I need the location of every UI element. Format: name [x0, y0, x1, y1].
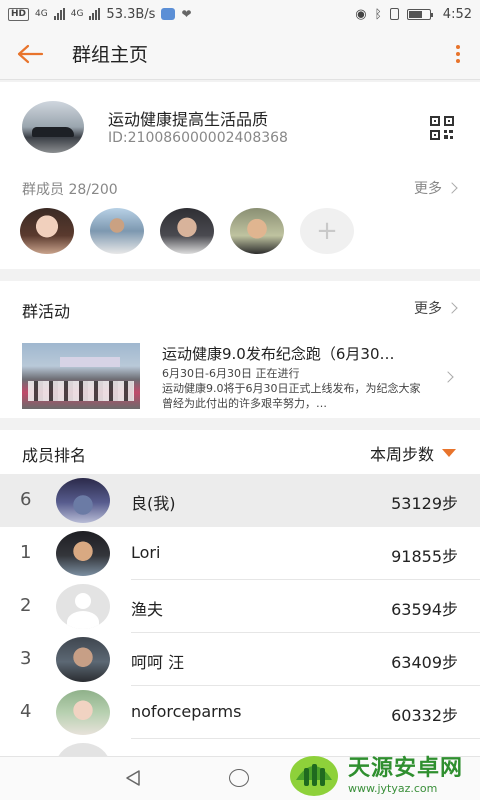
ranking-row[interactable]: 3 呵呵 汪 63409步 — [0, 633, 480, 686]
rank-number: 3 — [20, 648, 32, 669]
heart-icon: ❤ — [181, 7, 192, 21]
members-more-label: 更多 — [414, 181, 442, 197]
signal-icon-2 — [89, 8, 101, 20]
member-name: 呵呵 汪 — [131, 653, 185, 672]
group-activities-card: 群活动 更多 运动健康9.0发布纪念跑（6月30… 6月30日-6月30日 正在… — [0, 281, 480, 418]
rank-number: 1 — [20, 542, 32, 563]
group-name: 运动健康提高生活品质 — [108, 110, 269, 129]
step-count: 53129步 — [391, 494, 458, 513]
avatar — [56, 690, 110, 735]
app-header: 群组主页 — [0, 28, 480, 80]
avatar — [56, 743, 110, 756]
hd-badge: HD — [8, 7, 30, 21]
ranking-title: 成员排名 — [22, 446, 87, 465]
avatar — [56, 478, 110, 523]
signal-icon — [53, 8, 65, 20]
app-notification-icon — [161, 8, 176, 20]
member-name: noforceparms — [131, 702, 242, 721]
nav-back-triangle-icon[interactable] — [124, 769, 142, 787]
status-bar: HD 4G 4G 53.3B/s ❤ ◉ ᛒ 4:52 — [0, 0, 480, 28]
back-button[interactable] — [0, 28, 60, 80]
ranking-row[interactable]: 2 渔夫 63594步 — [0, 580, 480, 633]
member-ranking-card: 成员排名 本周步数 6 良(我) 53129步 1 Lori 91855步 2 … — [0, 430, 480, 756]
page-title: 群组主页 — [72, 44, 149, 66]
member-avatar[interactable] — [230, 208, 284, 254]
activity-title[interactable]: 运动健康9.0发布纪念跑（6月30… — [162, 343, 395, 364]
clock: 4:52 — [442, 6, 472, 22]
battery-icon — [406, 8, 433, 20]
member-name: 良(我) — [131, 494, 176, 513]
watermark-logo: 天源安卓网 www.jytyaz.com — [286, 744, 476, 800]
member-avatar[interactable] — [90, 208, 144, 254]
status-left: HD 4G 4G 53.3B/s ❤ — [8, 7, 192, 22]
group-avatar[interactable] — [22, 101, 84, 153]
ranking-header: 成员排名 本周步数 — [0, 430, 480, 474]
activities-title: 群活动 — [22, 302, 71, 321]
dot-icon — [456, 51, 460, 56]
group-info-card: 运动健康提高生活品质 ID:210086000002408368 群成员 28/… — [0, 82, 480, 269]
member-name: 渔夫 — [131, 600, 164, 619]
ranking-row[interactable]: 1 Lori 91855步 — [0, 527, 480, 580]
network-type-1: 4G — [35, 9, 48, 19]
dot-icon — [456, 58, 460, 63]
arrow-left-icon — [17, 44, 44, 63]
activity-thumbnail[interactable] — [22, 343, 140, 409]
activities-more-label: 更多 — [414, 301, 442, 317]
default-avatar-icon — [56, 584, 110, 629]
watermark-title: 天源安卓网 — [348, 755, 464, 781]
rank-number: 2 — [20, 595, 32, 616]
avatar — [56, 637, 110, 682]
status-right: ◉ ᛒ 4:52 — [355, 7, 472, 22]
add-member-button[interactable]: + — [300, 208, 354, 254]
network-speed: 53.3B/s — [106, 6, 156, 22]
dot-icon — [456, 44, 460, 49]
sort-label: 本周步数 — [369, 445, 434, 464]
chevron-right-icon — [446, 182, 458, 194]
rank-number: 4 — [20, 701, 32, 722]
member-name: Lori — [131, 543, 161, 562]
dropdown-triangle-icon — [442, 449, 456, 457]
chevron-right-icon — [446, 302, 458, 314]
network-type-2: 4G — [70, 9, 84, 19]
step-count: 91855步 — [391, 547, 458, 566]
members-count-label: 群成员 28/200 — [22, 182, 118, 198]
members-more-link[interactable]: 更多 — [414, 178, 458, 198]
rank-number: 6 — [20, 489, 32, 510]
watermark-url: www.jytyaz.com — [348, 781, 438, 795]
member-avatar-list: + — [20, 208, 354, 254]
activity-date: 6月30日-6月30日 正在进行 — [162, 367, 300, 380]
step-count: 63594步 — [391, 600, 458, 619]
member-avatar[interactable] — [160, 208, 214, 254]
nav-home-circle-icon[interactable] — [229, 769, 249, 787]
qr-code-icon[interactable] — [430, 116, 454, 140]
group-id: ID:210086000002408368 — [108, 130, 288, 146]
android-logo-icon — [290, 756, 338, 796]
ranking-row-self[interactable]: 6 良(我) 53129步 — [0, 474, 480, 527]
activities-more-link[interactable]: 更多 — [414, 298, 458, 318]
step-count: 60332步 — [391, 706, 458, 725]
avatar — [56, 531, 110, 576]
vibrate-icon — [389, 8, 399, 20]
bluetooth-icon: ᛒ — [374, 7, 382, 21]
sort-dropdown[interactable]: 本周步数 — [370, 441, 456, 465]
member-avatar[interactable] — [20, 208, 74, 254]
activity-description: 运动健康9.0将于6月30日正式上线发布，为纪念大家曾经为此付出的许多艰辛努力，… — [162, 382, 421, 410]
ranking-row[interactable]: 4 noforceparms 60332步 — [0, 686, 480, 739]
plus-icon: + — [316, 216, 338, 246]
overflow-menu-button[interactable] — [436, 28, 480, 80]
step-count: 63409步 — [391, 653, 458, 672]
eye-icon: ◉ — [355, 6, 367, 22]
chevron-right-icon[interactable] — [442, 371, 454, 383]
